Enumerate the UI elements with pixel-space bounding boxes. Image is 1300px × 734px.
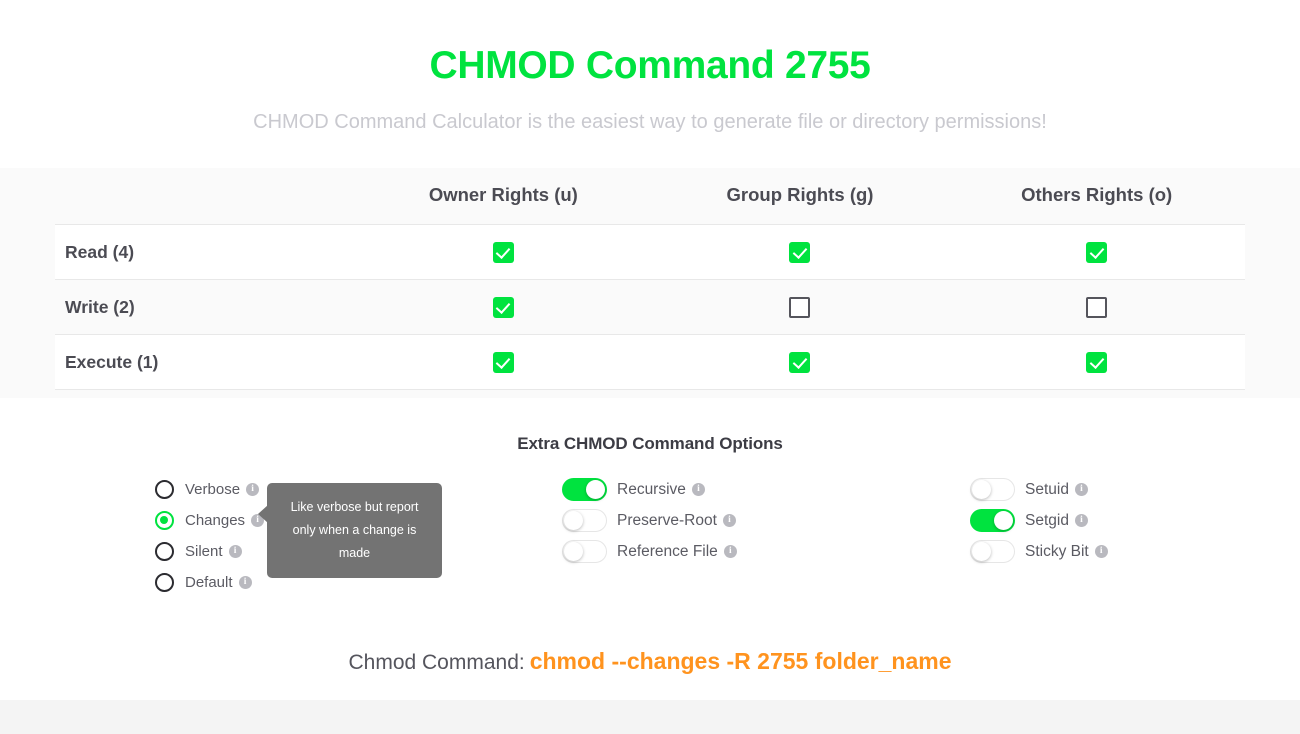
info-icon[interactable]: i (723, 545, 737, 558)
info-icon[interactable]: i (246, 483, 260, 496)
info-icon[interactable]: i (238, 576, 252, 589)
radio-label-default: Default (185, 574, 233, 591)
row-label-read: Read (4) (55, 224, 355, 280)
checkbox-write-owner[interactable] (492, 296, 514, 318)
toggle-knob (972, 542, 991, 561)
radio-changes[interactable] (155, 511, 174, 530)
toggle-knob (564, 511, 583, 530)
checkbox-write-group[interactable] (789, 296, 811, 318)
radio-verbose[interactable] (155, 480, 174, 499)
command-value[interactable]: chmod --changes -R 2755 folder_name (530, 648, 952, 674)
toggle-row-recursive[interactable]: Recursive i (562, 474, 737, 505)
table-row: Write (2) (55, 279, 1245, 335)
toggle-row-sticky-bit[interactable]: Sticky Bit i (970, 536, 1108, 567)
toggle-knob (972, 480, 991, 499)
toggle-row-setuid[interactable]: Setuid i (970, 474, 1108, 505)
page-header: CHMOD Command 2755 CHMOD Command Calcula… (0, 0, 1300, 134)
checkbox-execute-group[interactable] (789, 351, 811, 373)
extra-options-section: Extra CHMOD Command Options Verbose i Ch… (0, 398, 1300, 618)
permissions-table-head: Owner Rights (u) Group Rights (g) Others… (55, 176, 1245, 225)
column-header-others: Others Rights (o) (1021, 184, 1173, 205)
command-output-section: Chmod Command: chmod --changes -R 2755 fo… (0, 618, 1300, 700)
row-label-execute: Execute (1) (55, 334, 355, 390)
permissions-table: Owner Rights (u) Group Rights (g) Others… (55, 176, 1245, 390)
toggle-label-recursive: Recursive (617, 480, 686, 498)
toggle-knob (564, 542, 583, 561)
checkbox-execute-owner[interactable] (492, 351, 514, 373)
cell-write-group[interactable] (651, 279, 949, 335)
cell-execute-others[interactable] (948, 334, 1245, 390)
table-row: Read (4) (55, 224, 1245, 280)
tooltip-changes: Like verbose but report only when a chan… (258, 483, 442, 579)
extra-options-title: Extra CHMOD Command Options (517, 434, 783, 453)
info-icon[interactable]: i (691, 483, 705, 496)
toggle-preserve-root[interactable] (562, 509, 607, 532)
toggle-label-sticky-bit: Sticky Bit (1025, 542, 1089, 560)
chmod-calculator-page: CHMOD Command 2755 CHMOD Command Calcula… (0, 0, 1300, 734)
info-icon[interactable]: i (1074, 514, 1088, 527)
page-subtitle: CHMOD Command Calculator is the easiest … (253, 110, 1047, 133)
row-label-write: Write (2) (55, 279, 355, 335)
radio-label-silent: Silent (185, 543, 223, 560)
column-header-group: Group Rights (g) (726, 184, 874, 205)
middle-toggle-group: Recursive i Preserve-Root i Reference Fi… (562, 474, 737, 567)
radio-default[interactable] (155, 573, 174, 592)
toggle-label-setuid: Setuid (1025, 480, 1069, 498)
permissions-table-body: Read (4) Write (2) Execute (1) (55, 224, 1245, 390)
page-bottom-band (0, 700, 1300, 734)
right-toggle-group: Setuid i Setgid i Sticky Bit i (970, 474, 1108, 567)
cell-read-owner[interactable] (355, 224, 652, 280)
info-icon[interactable]: i (1074, 483, 1088, 496)
toggle-knob (586, 480, 605, 499)
cell-read-others[interactable] (948, 224, 1245, 280)
toggle-row-reference-file[interactable]: Reference File i (562, 536, 737, 567)
options-columns: Verbose i Changes i Silent i Default i (0, 468, 1300, 608)
toggle-recursive[interactable] (562, 478, 607, 501)
toggle-knob (994, 511, 1013, 530)
checkbox-read-others[interactable] (1086, 241, 1108, 263)
toggle-row-preserve-root[interactable]: Preserve-Root i (562, 505, 737, 536)
table-header-row: Owner Rights (u) Group Rights (g) Others… (55, 176, 1245, 225)
command-line: Chmod Command: chmod --changes -R 2755 fo… (0, 618, 1300, 675)
checkbox-read-owner[interactable] (492, 241, 514, 263)
radio-silent[interactable] (155, 542, 174, 561)
page-title: CHMOD Command 2755 (429, 44, 871, 87)
toggle-label-preserve-root: Preserve-Root (617, 511, 717, 529)
checkbox-execute-others[interactable] (1086, 351, 1108, 373)
cell-execute-group[interactable] (651, 334, 949, 390)
radio-label-verbose: Verbose (185, 481, 241, 498)
radio-label-changes: Changes (185, 512, 246, 529)
cell-execute-owner[interactable] (355, 334, 652, 390)
checkbox-write-others[interactable] (1086, 296, 1108, 318)
column-header-blank (55, 176, 355, 225)
toggle-label-setgid: Setgid (1025, 511, 1069, 529)
toggle-label-reference-file: Reference File (617, 542, 718, 560)
cell-write-owner[interactable] (355, 279, 652, 335)
info-icon[interactable]: i (722, 514, 736, 527)
table-row: Execute (1) (55, 334, 1245, 390)
toggle-sticky-bit[interactable] (970, 540, 1015, 563)
toggle-row-setgid[interactable]: Setgid i (970, 505, 1108, 536)
checkbox-read-group[interactable] (789, 241, 811, 263)
command-label: Chmod Command: (348, 651, 525, 674)
toggle-setuid[interactable] (970, 478, 1015, 501)
column-header-owner: Owner Rights (u) (428, 184, 578, 205)
cell-write-others[interactable] (948, 279, 1245, 335)
info-icon[interactable]: i (228, 545, 242, 558)
info-icon[interactable]: i (1094, 545, 1108, 558)
cell-read-group[interactable] (651, 224, 949, 280)
toggle-setgid[interactable] (970, 509, 1015, 532)
toggle-reference-file[interactable] (562, 540, 607, 563)
